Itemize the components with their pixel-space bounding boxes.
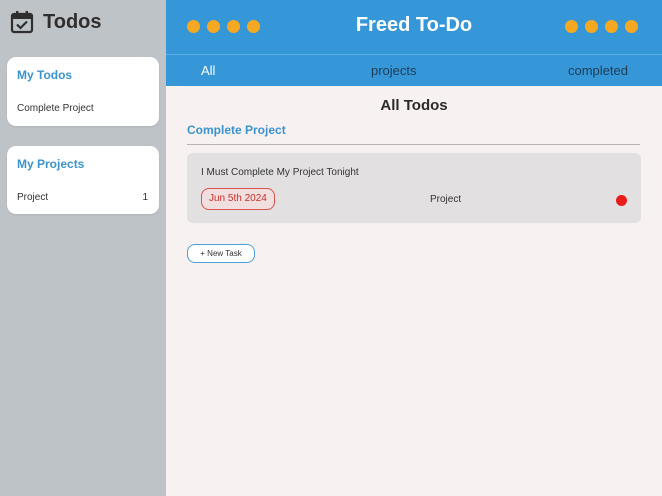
dot-icon: [565, 20, 578, 33]
project-count: 1: [142, 192, 148, 203]
main-content: All Todos Complete Project I Must Comple…: [166, 86, 662, 496]
tab-completed[interactable]: completed: [568, 63, 628, 78]
new-task-button[interactable]: + New Task: [187, 244, 255, 263]
calendar-check-icon: [10, 10, 34, 34]
tab-projects[interactable]: projects: [371, 63, 417, 78]
my-projects-title[interactable]: My Projects: [17, 157, 84, 171]
todo-card[interactable]: I Must Complete My Project Tonight Jun 5…: [187, 153, 641, 223]
my-projects-card: My Projects Project 1: [7, 146, 159, 214]
dot-icon: [605, 20, 618, 33]
brand: Todos: [10, 8, 102, 36]
decorative-dots-right: [565, 20, 638, 33]
due-date-badge: Jun 5th 2024: [201, 188, 275, 210]
todo-text: I Must Complete My Project Tonight: [201, 167, 359, 178]
divider: [187, 144, 640, 145]
my-todos-title[interactable]: My Todos: [17, 68, 72, 82]
priority-dot-icon: [616, 195, 627, 206]
sidebar-project-item[interactable]: Project: [17, 192, 48, 203]
todo-project: Project: [430, 194, 462, 205]
dot-icon: [585, 20, 598, 33]
dot-icon: [625, 20, 638, 33]
tab-all[interactable]: All: [201, 63, 215, 78]
section-title: Complete Project: [187, 123, 286, 137]
sidebar-todo-item[interactable]: Complete Project: [17, 103, 94, 114]
app-brand-title: Todos: [43, 10, 102, 33]
tab-bar: All projects completed: [166, 54, 662, 86]
page-title: All Todos: [380, 97, 448, 114]
my-todos-card: My Todos Complete Project: [7, 57, 159, 126]
header: Freed To-Do: [166, 0, 662, 54]
sidebar: Todos My Todos Complete Project My Proje…: [0, 0, 166, 496]
